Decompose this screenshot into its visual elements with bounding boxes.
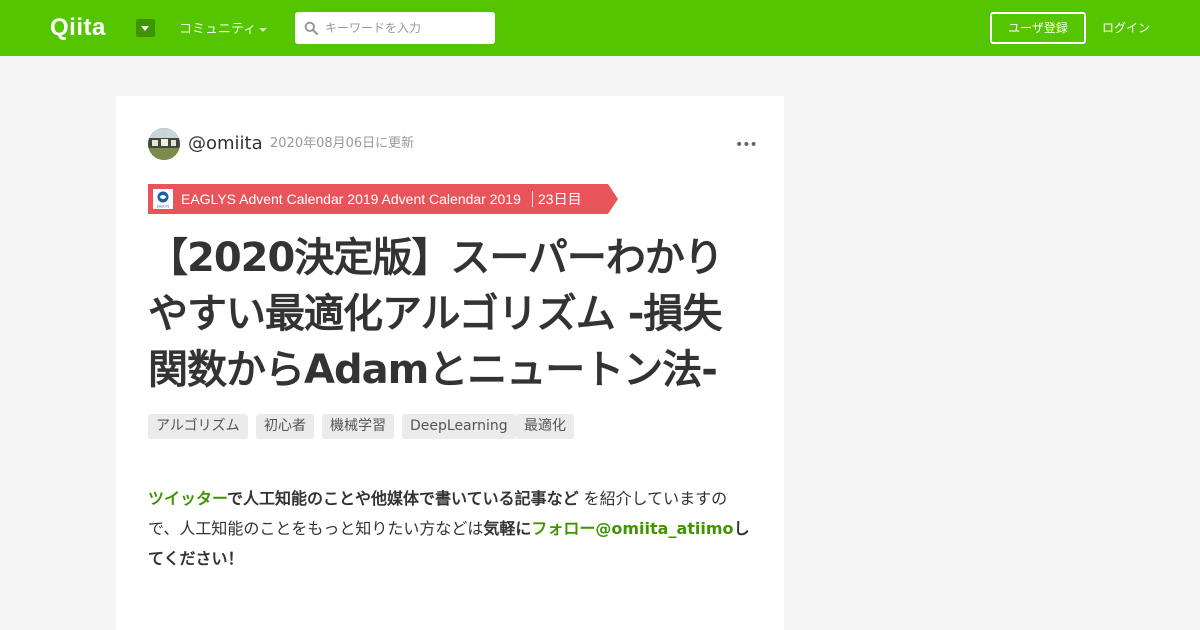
more-options-icon[interactable]: •••	[735, 138, 758, 152]
login-link[interactable]: ログイン	[1102, 19, 1150, 37]
article-title: 【2020決定版】スーパーわかり やすい最適化アルゴリズム -損失 関数からAd…	[148, 230, 758, 398]
tag-machine-learning[interactable]: 機械学習	[322, 414, 394, 439]
twitter-link[interactable]: ツイッター	[148, 489, 227, 508]
search-box	[295, 12, 495, 44]
avatar-image	[148, 128, 180, 160]
advent-calendar-ribbon[interactable]: EAGLYS EAGLYS Advent Calendar 2019 Adven…	[148, 184, 618, 214]
tag-algorithm[interactable]: アルゴリズム	[148, 414, 248, 439]
tag-deeplearning[interactable]: DeepLearning	[402, 414, 516, 439]
search-input[interactable]	[325, 18, 485, 38]
title-line: 関数からAdamとニュートン法-	[148, 347, 718, 393]
tag-beginner[interactable]: 初心者	[256, 414, 314, 439]
chevron-down-icon	[259, 28, 267, 32]
qiita-logo[interactable]: Qiita	[50, 14, 106, 42]
search-icon	[304, 21, 318, 35]
updated-date: 2020年08月06日に更新	[270, 136, 415, 151]
svg-text:EAGLYS: EAGLYS	[157, 205, 170, 209]
title-line: 【2020決定版】スーパーわかり	[148, 235, 724, 281]
global-header: Qiita コミュニティ ユーザ登録 ログイン	[0, 0, 1200, 56]
service-menu-chevron-down-icon[interactable]	[136, 19, 155, 37]
calendar-name: EAGLYS Advent Calendar 2019 Advent Calen…	[181, 191, 521, 207]
eaglys-logo-icon: EAGLYS	[153, 189, 173, 209]
signup-button[interactable]: ユーザ登録	[990, 12, 1086, 44]
author-avatar[interactable]	[148, 128, 180, 160]
ribbon-divider	[532, 191, 533, 207]
intro-bold-text: で人工知能のことや他媒体で書いている記事など	[227, 489, 579, 508]
article-card: @omiita 2020年08月06日に更新 ••• EAGLYS EAGLYS…	[116, 96, 784, 630]
title-line: やすい最適化アルゴリズム -損失	[148, 291, 722, 337]
tag-optimization[interactable]: 最適化	[516, 414, 574, 439]
follow-link[interactable]: フォロー@omiita_atiimo	[531, 519, 733, 538]
article-intro: ツイッターで人工知能のことや他媒体で書いている記事など を紹介していますので、人…	[148, 484, 752, 574]
calendar-day: 23日目	[538, 191, 582, 207]
community-menu[interactable]: コミュニティ	[179, 21, 256, 39]
intro-bold-text: 気軽に	[483, 519, 532, 538]
author-username[interactable]: @omiita	[188, 133, 263, 155]
